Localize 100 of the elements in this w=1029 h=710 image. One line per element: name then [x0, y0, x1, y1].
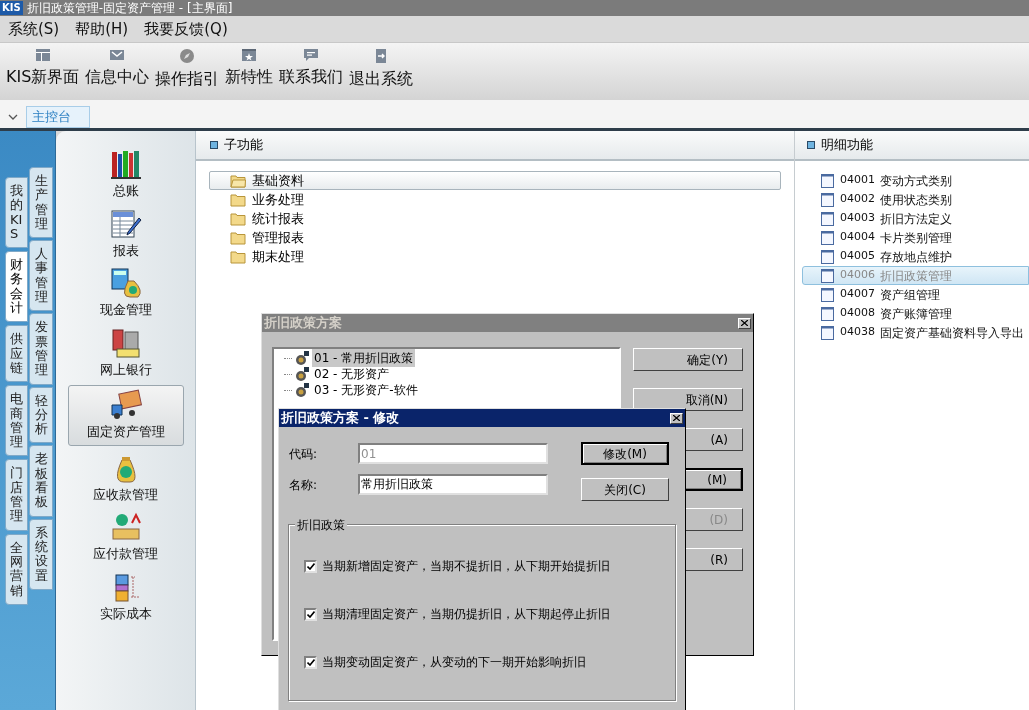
- side-tab[interactable]: 电商管理: [5, 385, 28, 457]
- toolbar-button[interactable]: 信息中心: [85, 48, 150, 89]
- close-icon[interactable]: [738, 317, 751, 329]
- open-folder-icon: [230, 173, 246, 188]
- checkbox-label: 当期新增固定资产，当期不提折旧，从下期开始提折旧: [322, 558, 610, 575]
- document-icon: [821, 192, 834, 207]
- detail-item[interactable]: 04004 卡片类别管理: [802, 228, 1029, 247]
- panel-title: 明细功能: [821, 136, 873, 155]
- money-stack-icon: [109, 511, 142, 543]
- detail-item[interactable]: 04002 使用状态类别: [802, 190, 1029, 209]
- dialog-button[interactable]: 修改(M): [581, 442, 669, 465]
- folder-icon: [230, 211, 246, 226]
- app-logo: KIS: [0, 1, 23, 15]
- detail-item[interactable]: 04007 资产组管理: [802, 285, 1029, 304]
- detail-item[interactable]: 04038 固定资产基础资料导入导出: [802, 323, 1029, 342]
- document-icon: [821, 268, 834, 283]
- side-tab[interactable]: 发票管理: [29, 313, 53, 385]
- module-item[interactable]: 网上银行: [67, 325, 184, 380]
- dialog-button[interactable]: 取消(N): [633, 388, 743, 411]
- module-item[interactable]: 现金管理: [67, 266, 184, 321]
- side-tab[interactable]: 财务会计: [5, 251, 28, 323]
- toolbar-button[interactable]: 新特性: [225, 48, 274, 89]
- side-tab[interactable]: 老板看板: [29, 445, 53, 517]
- menu-item[interactable]: 帮助(H): [75, 17, 129, 41]
- tab[interactable]: 主控台: [26, 106, 90, 128]
- toolbar-button[interactable]: 操作指引: [155, 48, 220, 91]
- document-icon: [821, 287, 834, 302]
- tree-item[interactable]: 03 - 无形资产-软件: [312, 381, 420, 399]
- checkbox[interactable]: [304, 655, 317, 669]
- spreadsheet-pen-icon: [109, 207, 142, 240]
- envelope-icon: [109, 48, 126, 62]
- folder-icon: [230, 192, 246, 207]
- module-item[interactable]: 应付款管理: [67, 510, 184, 565]
- toolbar-button[interactable]: 联系我们: [279, 48, 344, 89]
- checkbox[interactable]: [304, 559, 317, 573]
- dialog-title: 折旧政策方案 - 修改: [281, 409, 400, 428]
- folder-item[interactable]: 业务处理: [209, 190, 781, 209]
- document-icon: [821, 306, 834, 321]
- bank-building-icon: [109, 326, 142, 359]
- toolbar-button[interactable]: KIS新界面: [6, 48, 80, 89]
- side-tab[interactable]: 人事管理: [29, 240, 53, 312]
- detail-item[interactable]: 04001 变动方式类别: [802, 171, 1029, 190]
- menu-item[interactable]: 系统(S): [8, 17, 60, 41]
- detail-item[interactable]: 04008 资产账簿管理: [802, 304, 1029, 323]
- checkbox-label: 当期清理固定资产，当期仍提折旧，从下期起停止折旧: [322, 606, 610, 623]
- folder-item[interactable]: 期末处理: [209, 247, 781, 266]
- module-item[interactable]: 固定资产管理: [67, 385, 184, 446]
- side-tab[interactable]: 生产管理: [29, 167, 53, 239]
- policy-icon: [294, 382, 310, 398]
- module-item[interactable]: 总账: [67, 147, 184, 202]
- side-tab[interactable]: 轻分析: [29, 386, 53, 444]
- square-icon: [210, 141, 218, 149]
- module-item[interactable]: 报表: [67, 206, 184, 261]
- document-icon: [821, 173, 834, 188]
- calculator-money-bag-icon: [109, 267, 142, 299]
- menu-item[interactable]: 我要反馈(Q): [144, 17, 228, 41]
- document-icon: [821, 211, 834, 226]
- group-title: 折旧政策: [295, 516, 347, 534]
- checkbox[interactable]: [304, 607, 317, 621]
- dialog-title: 折旧政策方案: [264, 314, 342, 333]
- truck-icon: [109, 389, 142, 421]
- chat-icon: [303, 48, 320, 62]
- folder-item[interactable]: 基础资料: [209, 171, 781, 190]
- side-tab[interactable]: 我的KIS: [5, 177, 28, 249]
- side-tab[interactable]: 系统设置: [29, 518, 53, 590]
- field-label: 名称:: [289, 476, 319, 494]
- side-tab[interactable]: 全网营销: [5, 533, 28, 605]
- exit-icon: [375, 48, 388, 64]
- chevron-down-icon[interactable]: [8, 113, 18, 121]
- star-box-icon: [241, 48, 258, 62]
- folder-icon: [230, 230, 246, 245]
- text-field[interactable]: 常用折旧政策: [358, 474, 548, 495]
- layout-icon: [34, 48, 51, 62]
- document-icon: [821, 325, 834, 340]
- field-label: 代码:: [289, 445, 319, 463]
- tree-item[interactable]: 02 - 无形资产: [312, 365, 392, 383]
- side-tab[interactable]: 门店管理: [5, 459, 28, 531]
- tree-item[interactable]: 01 - 常用折旧政策: [312, 349, 416, 367]
- folder-icon: [230, 249, 246, 264]
- close-icon[interactable]: [670, 412, 683, 424]
- dialog-button[interactable]: 确定(Y): [633, 348, 743, 371]
- toolbar-button[interactable]: 退出系统: [349, 48, 414, 91]
- side-tab[interactable]: 供应链: [5, 325, 28, 383]
- square-icon: [807, 141, 815, 149]
- document-icon: [821, 230, 834, 245]
- policy-icon: [294, 350, 310, 366]
- checkbox-label: 当期变动固定资产，从变动的下一期开始影响折旧: [322, 654, 586, 671]
- dialog-button[interactable]: 关闭(C): [581, 478, 669, 501]
- detail-item[interactable]: 04005 存放地点维护: [802, 247, 1029, 266]
- folder-item[interactable]: 管理报表: [209, 228, 781, 247]
- folder-item[interactable]: 统计报表: [209, 209, 781, 228]
- module-item[interactable]: 实际成本: [67, 569, 184, 624]
- detail-item[interactable]: 04003 折旧方法定义: [802, 209, 1029, 228]
- books-icon: [109, 148, 142, 180]
- panel-title: 子功能: [224, 136, 263, 155]
- module-item[interactable]: 应收款管理: [67, 450, 184, 505]
- compass-icon: [179, 48, 196, 64]
- policy-icon: [294, 366, 310, 382]
- document-icon: [821, 249, 834, 264]
- window-title: 折旧政策管理-固定资产管理 - [主界面]: [26, 1, 233, 15]
